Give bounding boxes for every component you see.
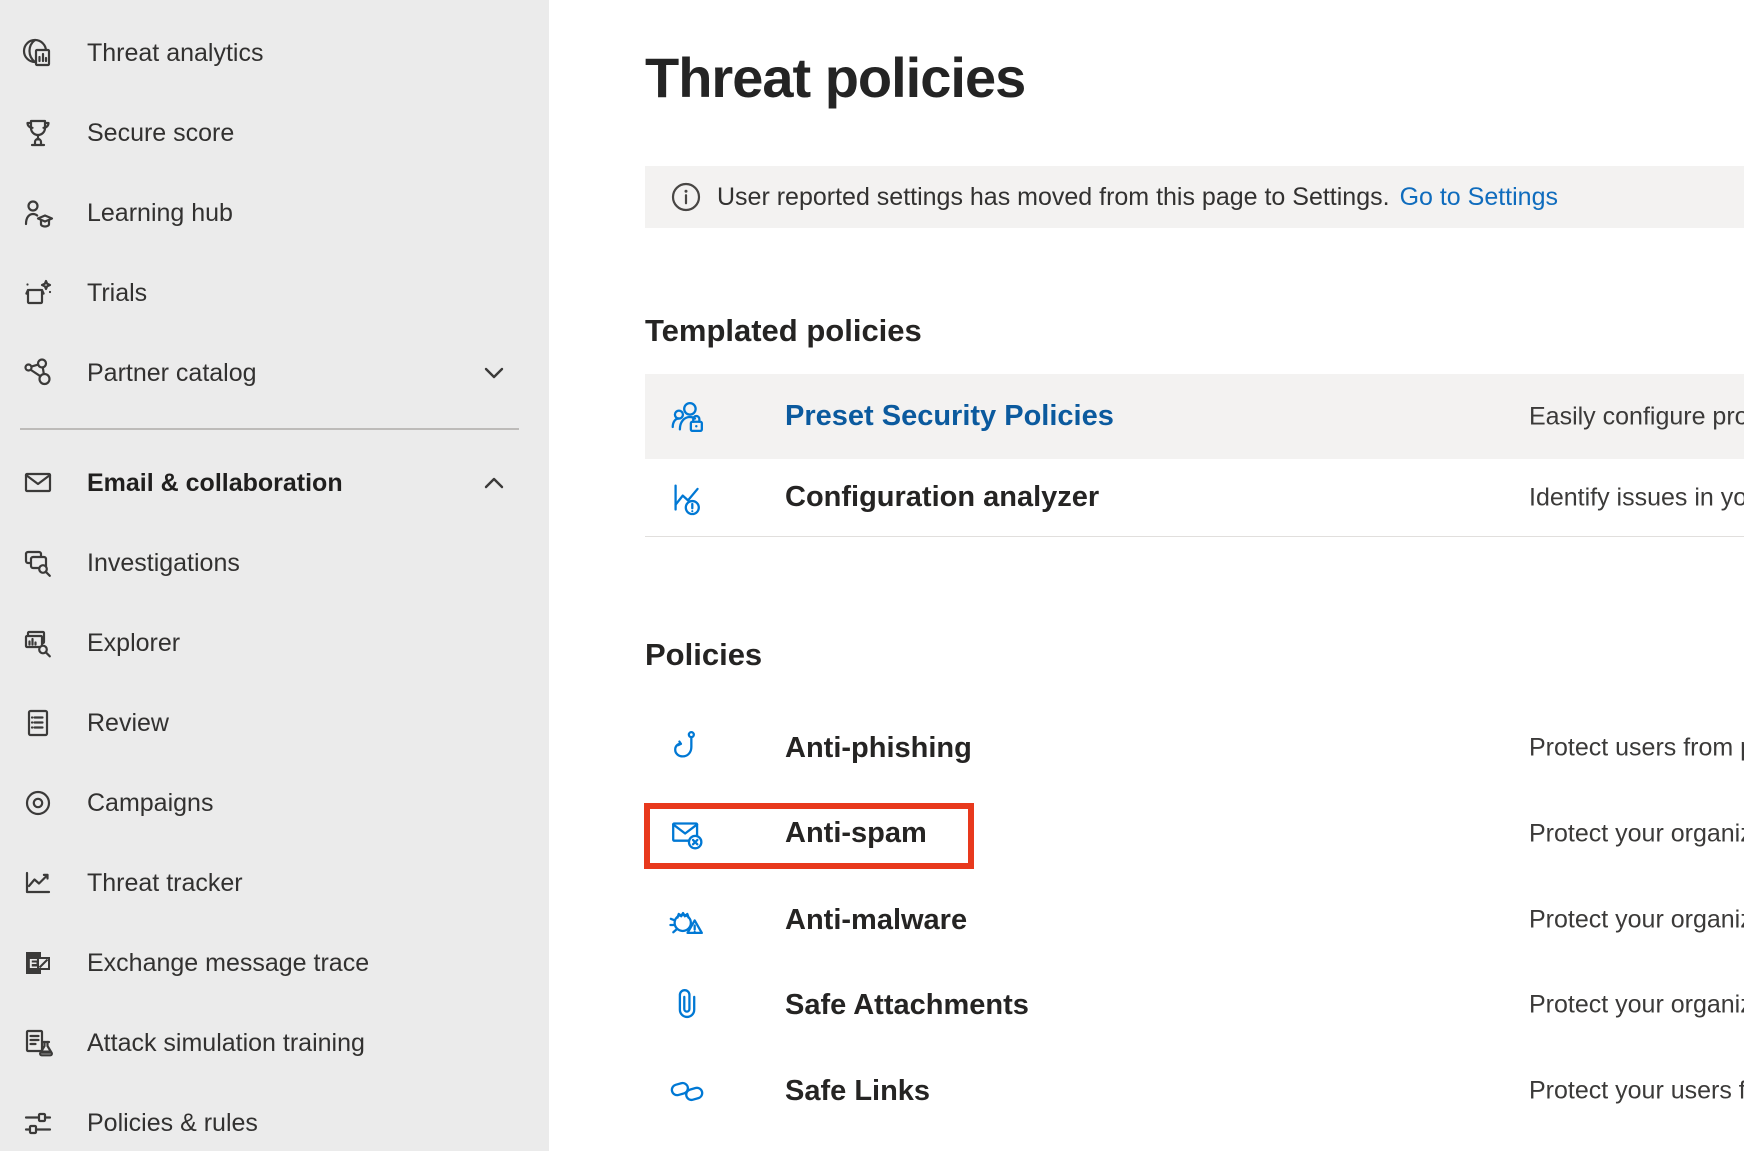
info-banner: User reported settings has moved from th…: [645, 166, 1744, 228]
preset-security-policies-icon: [667, 395, 709, 439]
safe-attachments-icon: [667, 983, 709, 1027]
section-heading-templated-policies: Templated policies: [645, 312, 922, 350]
policy-description: Protect your users fr: [1529, 1077, 1744, 1106]
sidebar-item-campaigns[interactable]: Campaigns: [0, 763, 549, 843]
row-anti-spam[interactable]: Anti-spam Protect your organiz: [645, 790, 1744, 877]
sidebar-item-secure-score[interactable]: Secure score: [0, 93, 549, 173]
sidebar-item-partner-catalog[interactable]: Partner catalog: [0, 333, 549, 413]
main-content: Threat policies User reported settings h…: [549, 0, 1744, 1151]
page-title: Threat policies: [645, 45, 1025, 110]
sidebar-item-label: Campaigns: [87, 789, 213, 818]
campaigns-icon: [20, 785, 56, 821]
sidebar-item-label: Explorer: [87, 629, 180, 658]
sidebar: Threat analytics Secure score: [0, 0, 549, 1151]
sidebar-item-label: Attack simulation training: [87, 1029, 365, 1058]
row-preset-security-policies[interactable]: Preset Security Policies Easily configur…: [645, 374, 1744, 459]
row-safe-links[interactable]: Safe Links Protect your users fr: [645, 1047, 1744, 1135]
attack-simulation-icon: [20, 1025, 56, 1061]
sidebar-item-explorer[interactable]: Explorer: [0, 603, 549, 683]
sidebar-item-email-collaboration[interactable]: Email & collaboration: [0, 443, 549, 523]
chevron-down-icon: [481, 360, 507, 386]
sidebar-item-label: Policies & rules: [87, 1109, 258, 1138]
sidebar-item-threat-tracker[interactable]: Threat tracker: [0, 843, 549, 923]
policy-label: Safe Links: [785, 1075, 930, 1108]
policy-label: Configuration analyzer: [785, 481, 1099, 514]
safe-links-icon: [667, 1069, 709, 1113]
sidebar-item-investigations[interactable]: Investigations: [0, 523, 549, 603]
threat-analytics-icon: [20, 35, 56, 71]
sidebar-item-label: Learning hub: [87, 199, 233, 228]
sidebar-item-review[interactable]: Review: [0, 683, 549, 763]
info-icon: [671, 182, 701, 212]
sidebar-divider: [20, 428, 519, 430]
trials-icon: [20, 275, 56, 311]
sidebar-item-policies-rules[interactable]: Policies & rules: [0, 1083, 549, 1151]
policy-description: Protect your organiz: [1529, 991, 1744, 1020]
sidebar-item-attack-simulation-training[interactable]: Attack simulation training: [0, 1003, 549, 1083]
explorer-icon: [20, 625, 56, 661]
policy-label: Anti-spam: [785, 817, 927, 850]
policy-link-preset-security-policies[interactable]: Preset Security Policies: [785, 400, 1114, 433]
row-anti-malware[interactable]: Anti-malware Protect your organiz: [645, 877, 1744, 963]
learning-hub-icon: [20, 195, 56, 231]
sidebar-item-label: Investigations: [87, 549, 240, 578]
sidebar-item-label: Threat tracker: [87, 869, 243, 898]
partner-catalog-icon: [20, 355, 56, 391]
secure-score-icon: [20, 115, 56, 151]
threat-tracker-icon: [20, 865, 56, 901]
exchange-icon: E: [20, 945, 56, 981]
sidebar-item-label: Review: [87, 709, 169, 738]
anti-spam-icon: [667, 812, 709, 856]
sidebar-item-label: Trials: [87, 279, 147, 308]
sidebar-item-label: Exchange message trace: [87, 949, 369, 978]
policy-description: Protect users from p: [1529, 734, 1744, 763]
sidebar-item-label: Email & collaboration: [87, 469, 343, 498]
chevron-up-icon: [481, 470, 507, 496]
policy-label: Anti-phishing: [785, 732, 972, 765]
threat-policies-page: Threat analytics Secure score: [0, 0, 1744, 1151]
investigations-icon: [20, 545, 56, 581]
review-icon: [20, 705, 56, 741]
sidebar-item-exchange-message-trace[interactable]: E Exchange message trace: [0, 923, 549, 1003]
email-icon: [20, 465, 56, 501]
section-heading-policies: Policies: [645, 636, 762, 674]
sidebar-item-label: Partner catalog: [87, 359, 257, 388]
svg-text:E: E: [29, 956, 38, 971]
policy-description: Identify issues in you: [1529, 483, 1744, 512]
policy-description: Easily configure prot: [1529, 402, 1744, 431]
banner-message: User reported settings has moved from th…: [717, 183, 1390, 212]
policy-label: Anti-malware: [785, 904, 967, 937]
policy-description: Protect your organiz: [1529, 906, 1744, 935]
sidebar-item-label: Secure score: [87, 119, 234, 148]
sidebar-item-label: Threat analytics: [87, 39, 263, 68]
policies-rules-icon: [20, 1105, 56, 1141]
anti-malware-icon: [667, 898, 709, 942]
row-anti-phishing[interactable]: Anti-phishing Protect users from p: [645, 706, 1744, 790]
sidebar-item-trials[interactable]: Trials: [0, 253, 549, 333]
anti-phishing-icon: [667, 726, 709, 770]
row-configuration-analyzer[interactable]: Configuration analyzer Identify issues i…: [645, 459, 1744, 537]
go-to-settings-link[interactable]: Go to Settings: [1400, 183, 1558, 212]
sidebar-item-threat-analytics[interactable]: Threat analytics: [0, 13, 549, 93]
configuration-analyzer-icon: [667, 476, 709, 520]
policy-description: Protect your organiz: [1529, 819, 1744, 848]
row-safe-attachments[interactable]: Safe Attachments Protect your organiz: [645, 963, 1744, 1047]
policy-label: Safe Attachments: [785, 989, 1029, 1022]
sidebar-item-learning-hub[interactable]: Learning hub: [0, 173, 549, 253]
